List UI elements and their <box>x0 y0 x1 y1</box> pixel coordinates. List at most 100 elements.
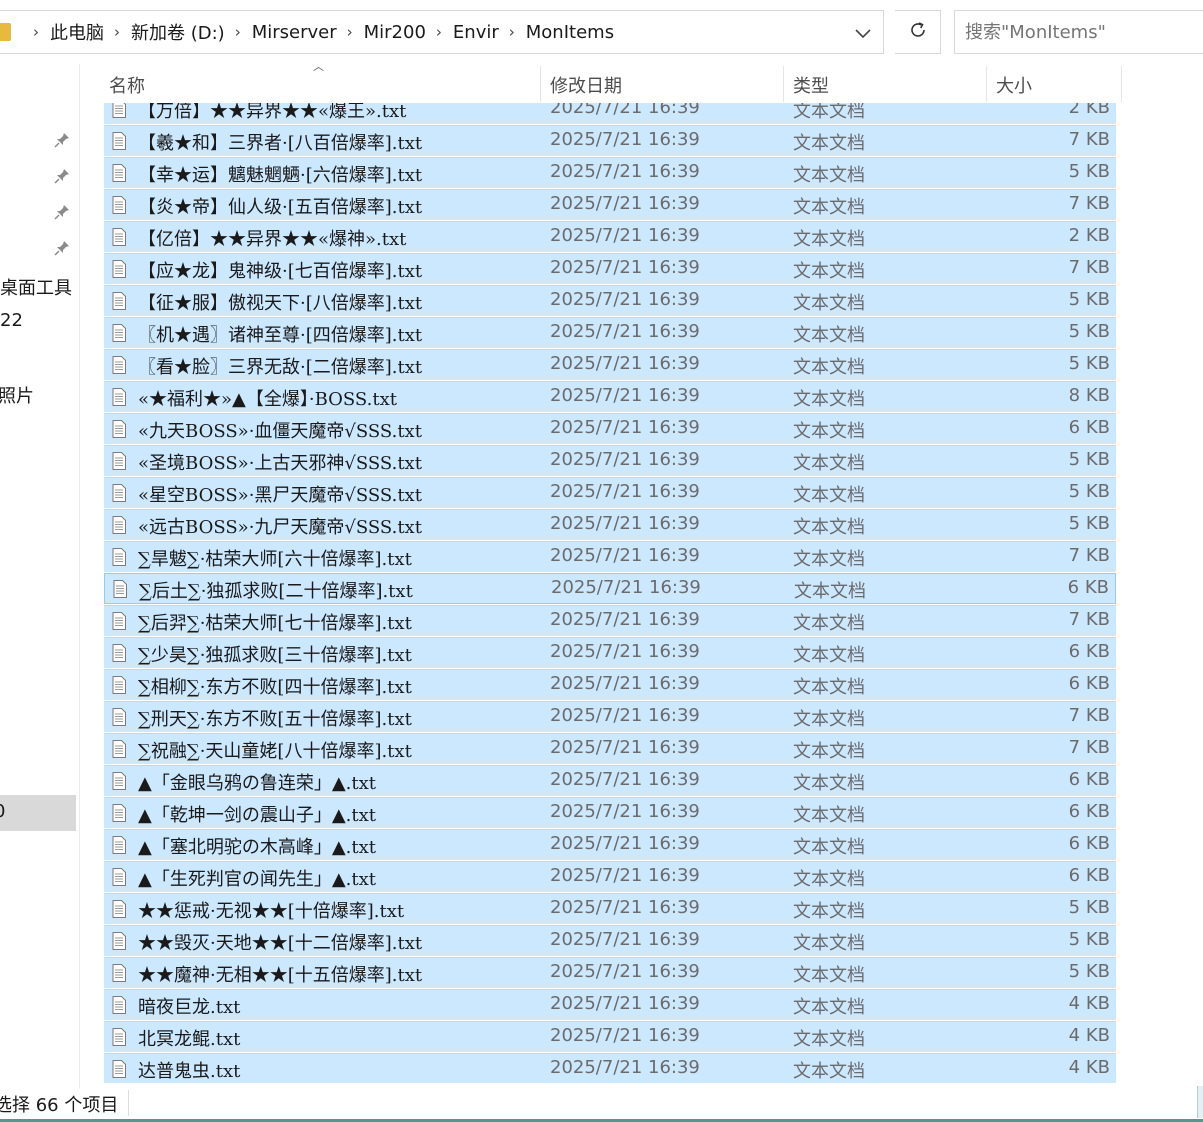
nav-item-desktop-tools[interactable]: 桌面工具 <box>0 274 72 300</box>
nav-item-selected[interactable] <box>0 795 76 831</box>
text-file-icon <box>112 516 126 534</box>
file-row[interactable]: «九天BOSS»·血僵天魔帝√SSS.txt 2025/7/21 16:39 文本文… <box>104 413 1116 444</box>
text-file-icon <box>112 708 126 726</box>
breadcrumb-item[interactable]: 此电脑 <box>50 19 104 45</box>
chevron-right-icon[interactable]: › <box>509 23 515 41</box>
file-row[interactable]: 【幸★运】魑魅魍魉·[六倍爆率].txt 2025/7/21 16:39 文本文档 5… <box>104 157 1116 188</box>
pin-icon[interactable] <box>54 132 70 148</box>
breadcrumb-item[interactable]: Mirserver <box>252 22 337 43</box>
file-row[interactable]: «★福利★»▲【全爆】·BOSS.txt 2025/7/21 16:39 文本文档 8… <box>104 381 1116 412</box>
file-type: 文本文档 <box>793 613 865 634</box>
file-size: 8 KB <box>1068 385 1110 406</box>
column-divider[interactable] <box>540 66 541 102</box>
pin-icon[interactable] <box>54 240 70 256</box>
scrollbar[interactable] <box>1197 1086 1203 1118</box>
file-row[interactable]: ★★魔神·无相★★[十五倍爆率].txt 2025/7/21 16:39 文本文档 5… <box>104 957 1116 988</box>
text-file-icon <box>112 932 126 950</box>
column-divider[interactable] <box>783 66 784 102</box>
file-row[interactable]: ∑少昊∑·独孤求败[三十倍爆率].txt 2025/7/21 16:39 文本文档 6… <box>104 637 1116 668</box>
file-row[interactable]: 北冥龙鲲.txt 2025/7/21 16:39 文本文档 4 KB <box>104 1021 1116 1052</box>
column-header-type[interactable]: 类型 <box>793 72 829 98</box>
text-file-icon <box>112 196 126 214</box>
file-row[interactable]: 达普鬼虫.txt 2025/7/21 16:39 文本文档 4 KB <box>104 1053 1116 1083</box>
search-input[interactable] <box>965 21 1195 43</box>
column-header-name[interactable]: 名称 <box>109 72 145 98</box>
text-file-icon <box>112 228 126 246</box>
breadcrumb: › 此电脑 › 新加卷 (D:) › Mirserver › Mir200 › Envir › Mon… <box>23 11 614 53</box>
text-file-icon <box>113 580 127 598</box>
sort-ascending-icon: ︿ <box>313 60 324 73</box>
pin-icon[interactable] <box>54 168 70 184</box>
file-row[interactable]: ▲「生死判官の闻先生」▲.txt 2025/7/21 16:39 文本文档 6 KB <box>104 861 1116 892</box>
file-row[interactable]: 【亿倍】★★异界★★«爆神».txt 2025/7/21 16:39 文本文档 2 K… <box>104 221 1116 252</box>
file-type: 文本文档 <box>793 1029 865 1050</box>
text-file-icon <box>112 676 126 694</box>
file-row[interactable]: 【炎★帝】仙人级·[五百倍爆率].txt 2025/7/21 16:39 文本文档 7… <box>104 189 1116 220</box>
file-size: 4 KB <box>1068 993 1110 1014</box>
file-row[interactable]: ∑祝融∑·天山童姥[八十倍爆率].txt 2025/7/21 16:39 文本文档 7… <box>104 733 1116 764</box>
file-type: 文本文档 <box>793 741 865 762</box>
file-type: 文本文档 <box>793 709 865 730</box>
nav-item-photos[interactable]: 照片 <box>0 382 34 408</box>
breadcrumb-item[interactable]: 新加卷 (D:) <box>131 19 225 45</box>
file-name: «★福利★»▲【全爆】·BOSS.txt <box>138 389 397 410</box>
file-row[interactable]: ∑相柳∑·东方不败[四十倍爆率].txt 2025/7/21 16:39 文本文档 6… <box>104 669 1116 700</box>
chevron-right-icon[interactable]: › <box>235 23 241 41</box>
refresh-button[interactable] <box>895 10 941 54</box>
file-size: 7 KB <box>1068 737 1110 758</box>
file-row[interactable]: «星空BOSS»·黑尸天魔帝√SSS.txt 2025/7/21 16:39 文本文… <box>104 477 1116 508</box>
file-row[interactable]: 【应★龙】鬼神级·[七百倍爆率].txt 2025/7/21 16:39 文本文档 7… <box>104 253 1116 284</box>
file-type: 文本文档 <box>793 229 865 250</box>
file-row[interactable]: ▲「金眼乌鸦の鲁连荣」▲.txt 2025/7/21 16:39 文本文档 6 KB <box>104 765 1116 796</box>
breadcrumb-item[interactable]: MonItems <box>526 22 614 43</box>
file-row[interactable]: ★★惩戒·无视★★[十倍爆率].txt 2025/7/21 16:39 文本文档 5 … <box>104 893 1116 924</box>
file-row[interactable]: ▲「塞北明驼の木高峰」▲.txt 2025/7/21 16:39 文本文档 6 KB <box>104 829 1116 860</box>
file-type: 文本文档 <box>793 517 865 538</box>
file-row[interactable]: 暗夜巨龙.txt 2025/7/21 16:39 文本文档 4 KB <box>104 989 1116 1020</box>
column-divider[interactable] <box>1121 66 1122 102</box>
file-size: 2 KB <box>1068 225 1110 246</box>
file-size: 6 KB <box>1068 417 1110 438</box>
file-date: 2025/7/21 16:39 <box>550 833 700 854</box>
chevron-right-icon[interactable]: › <box>33 23 39 41</box>
column-header-date[interactable]: 修改日期 <box>550 72 622 98</box>
file-row[interactable]: ∑后羿∑·枯荣大师[七十倍爆率].txt 2025/7/21 16:39 文本文档 7… <box>104 605 1116 636</box>
file-size: 5 KB <box>1068 321 1110 342</box>
text-file-icon <box>112 388 126 406</box>
file-row[interactable]: 【征★服】傲视天下·[八倍爆率].txt 2025/7/21 16:39 文本文档 5… <box>104 285 1116 316</box>
file-name: 【应★龙】鬼神级·[七百倍爆率].txt <box>138 261 423 282</box>
file-name: ▲「塞北明驼の木高峰」▲.txt <box>138 837 377 858</box>
file-row[interactable]: ★★毁灭·天地★★[十二倍爆率].txt 2025/7/21 16:39 文本文档 5… <box>104 925 1116 956</box>
pin-icon[interactable] <box>54 204 70 220</box>
file-row[interactable]: ∑旱魃∑·枯荣大师[六十倍爆率].txt 2025/7/21 16:39 文本文档 7… <box>104 541 1116 572</box>
file-list: 【万倍】★★异界★★«爆王».txt 2025/7/21 16:39 文本文档 2 K… <box>104 103 1116 1083</box>
file-row[interactable]: «远古BOSS»·九尸天魔帝√SSS.txt 2025/7/21 16:39 文本文… <box>104 509 1116 540</box>
file-type: 文本文档 <box>793 261 865 282</box>
text-file-icon <box>112 868 126 886</box>
file-row[interactable]: 【羲★和】三界者·[八百倍爆率].txt 2025/7/21 16:39 文本文档 7… <box>104 125 1116 156</box>
file-row[interactable]: ∑后土∑·独孤求败[二十倍爆率].txt 2025/7/21 16:39 文本文档 6… <box>104 573 1116 604</box>
chevron-right-icon[interactable]: › <box>347 23 353 41</box>
text-file-icon <box>112 420 126 438</box>
breadcrumb-item[interactable]: Envir <box>453 22 499 43</box>
file-date: 2025/7/21 16:39 <box>550 225 700 246</box>
search-box[interactable] <box>954 10 1203 54</box>
chevron-down-icon[interactable] <box>850 21 876 47</box>
file-size: 6 KB <box>1068 833 1110 854</box>
file-type: 文本文档 <box>793 933 865 954</box>
address-bar[interactable]: › 此电脑 › 新加卷 (D:) › Mirserver › Mir200 › Envir › Mon… <box>0 10 884 54</box>
file-row[interactable]: 〖机★遇〗诸神至尊·[四倍爆率].txt 2025/7/21 16:39 文本文档 5… <box>104 317 1116 348</box>
file-type: 文本文档 <box>793 965 865 986</box>
file-row[interactable]: 【万倍】★★异界★★«爆王».txt 2025/7/21 16:39 文本文档 2 K… <box>104 103 1116 124</box>
file-row[interactable]: «圣境BOSS»·上古天邪神√SSS.txt 2025/7/21 16:39 文本文… <box>104 445 1116 476</box>
file-row[interactable]: ▲「乾坤一剑の震山子」▲.txt 2025/7/21 16:39 文本文档 6 KB <box>104 797 1116 828</box>
column-header-size[interactable]: 大小 <box>996 72 1032 98</box>
column-divider[interactable] <box>986 66 987 102</box>
chevron-right-icon[interactable]: › <box>114 23 120 41</box>
file-date: 2025/7/21 16:39 <box>550 513 700 534</box>
nav-item-22[interactable]: 22 <box>0 310 23 331</box>
breadcrumb-item[interactable]: Mir200 <box>364 22 426 43</box>
file-row[interactable]: ∑刑天∑·东方不败[五十倍爆率].txt 2025/7/21 16:39 文本文档 7… <box>104 701 1116 732</box>
chevron-right-icon[interactable]: › <box>436 23 442 41</box>
file-row[interactable]: 〖看★脸〗三界无敌·[二倍爆率].txt 2025/7/21 16:39 文本文档 5… <box>104 349 1116 380</box>
